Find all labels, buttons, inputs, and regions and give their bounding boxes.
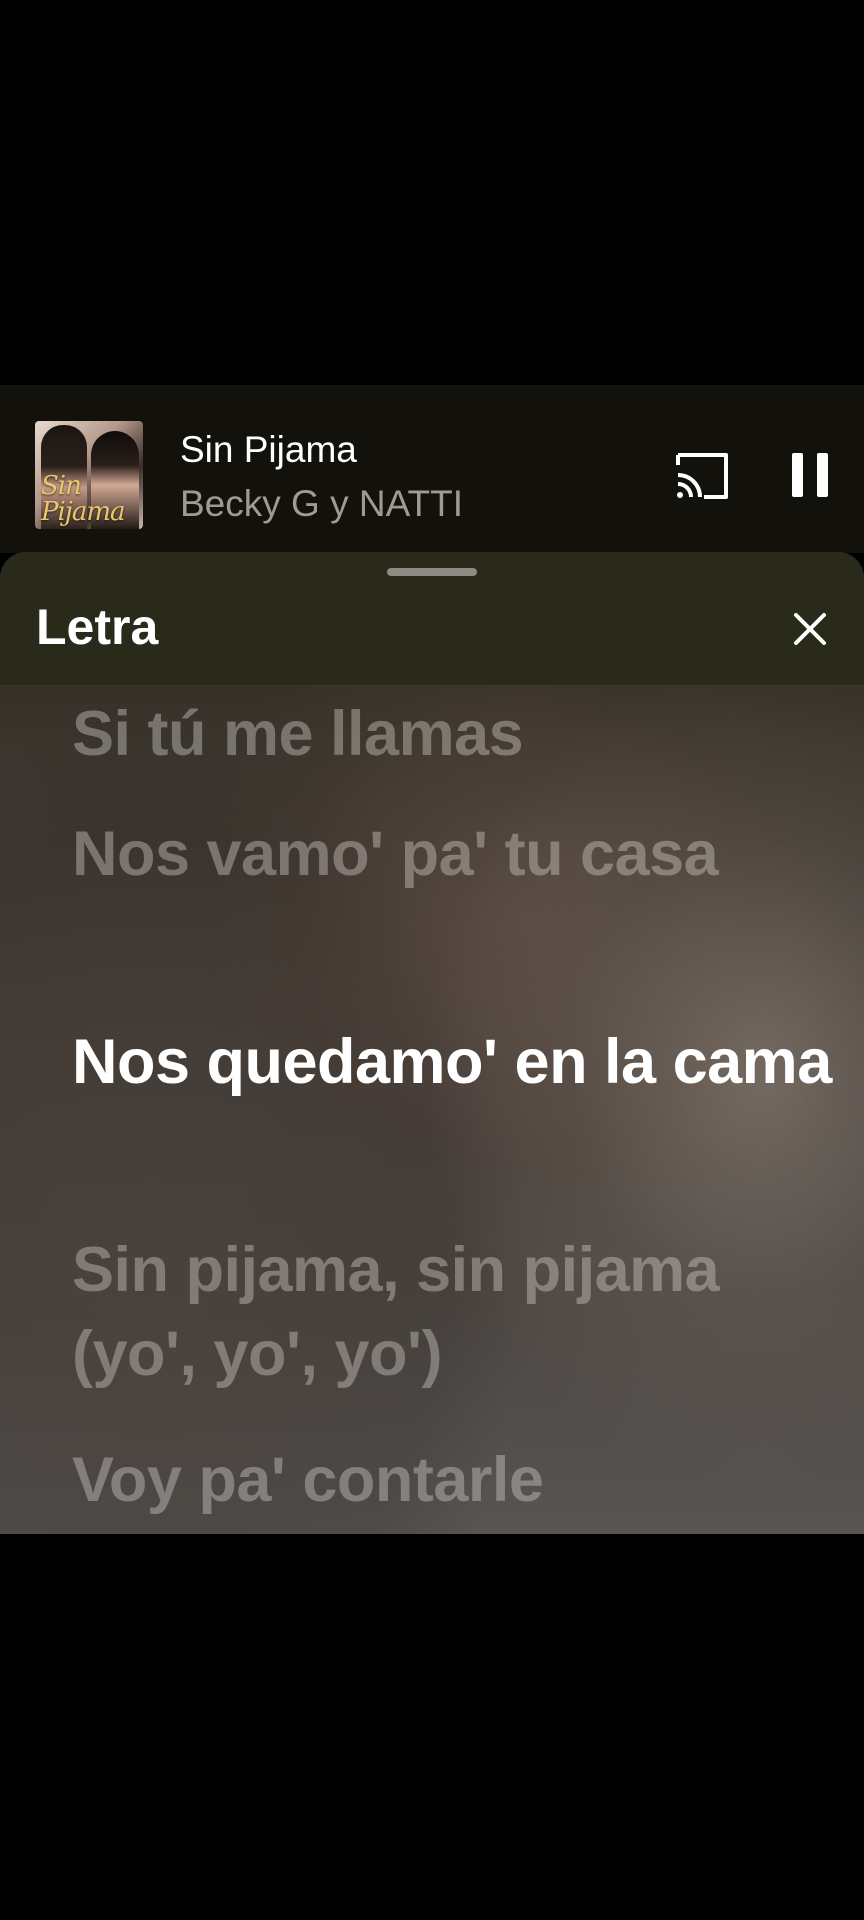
mini-player[interactable]: Sin Pijama Sin Pijama Becky G y NATTI — [0, 385, 864, 553]
pause-icon — [792, 453, 828, 497]
lyrics-header: Letra — [0, 552, 864, 686]
pause-button[interactable] — [790, 449, 830, 501]
cast-button[interactable] — [674, 451, 730, 501]
lyric-line[interactable]: Voy pa' contarle — [72, 1438, 832, 1522]
close-icon — [794, 613, 826, 645]
lyric-line[interactable]: Si tú me llamas — [72, 692, 832, 776]
lyrics-panel: Letra Si tú me llamas Nos vamo' pa' tu c… — [0, 552, 864, 1534]
lyric-line[interactable]: Nos vamo' pa' tu casa — [72, 812, 832, 896]
status-area — [0, 0, 864, 385]
track-title[interactable]: Sin Pijama — [180, 429, 357, 471]
album-art[interactable]: Sin Pijama — [35, 421, 143, 529]
lyric-line[interactable]: Sin pijama, sin pijama (yo', yo', yo') — [72, 1228, 832, 1396]
drag-handle[interactable] — [387, 568, 477, 576]
lyric-line-active[interactable]: Nos quedamo' en la cama — [72, 1020, 832, 1104]
bottom-area — [0, 1534, 864, 1920]
close-lyrics-button[interactable] — [790, 609, 830, 649]
lyrics-title: Letra — [36, 599, 159, 655]
cast-icon — [676, 453, 728, 499]
track-artist[interactable]: Becky G y NATTI — [180, 483, 463, 525]
album-art-title: Sin Pijama — [41, 471, 126, 527]
